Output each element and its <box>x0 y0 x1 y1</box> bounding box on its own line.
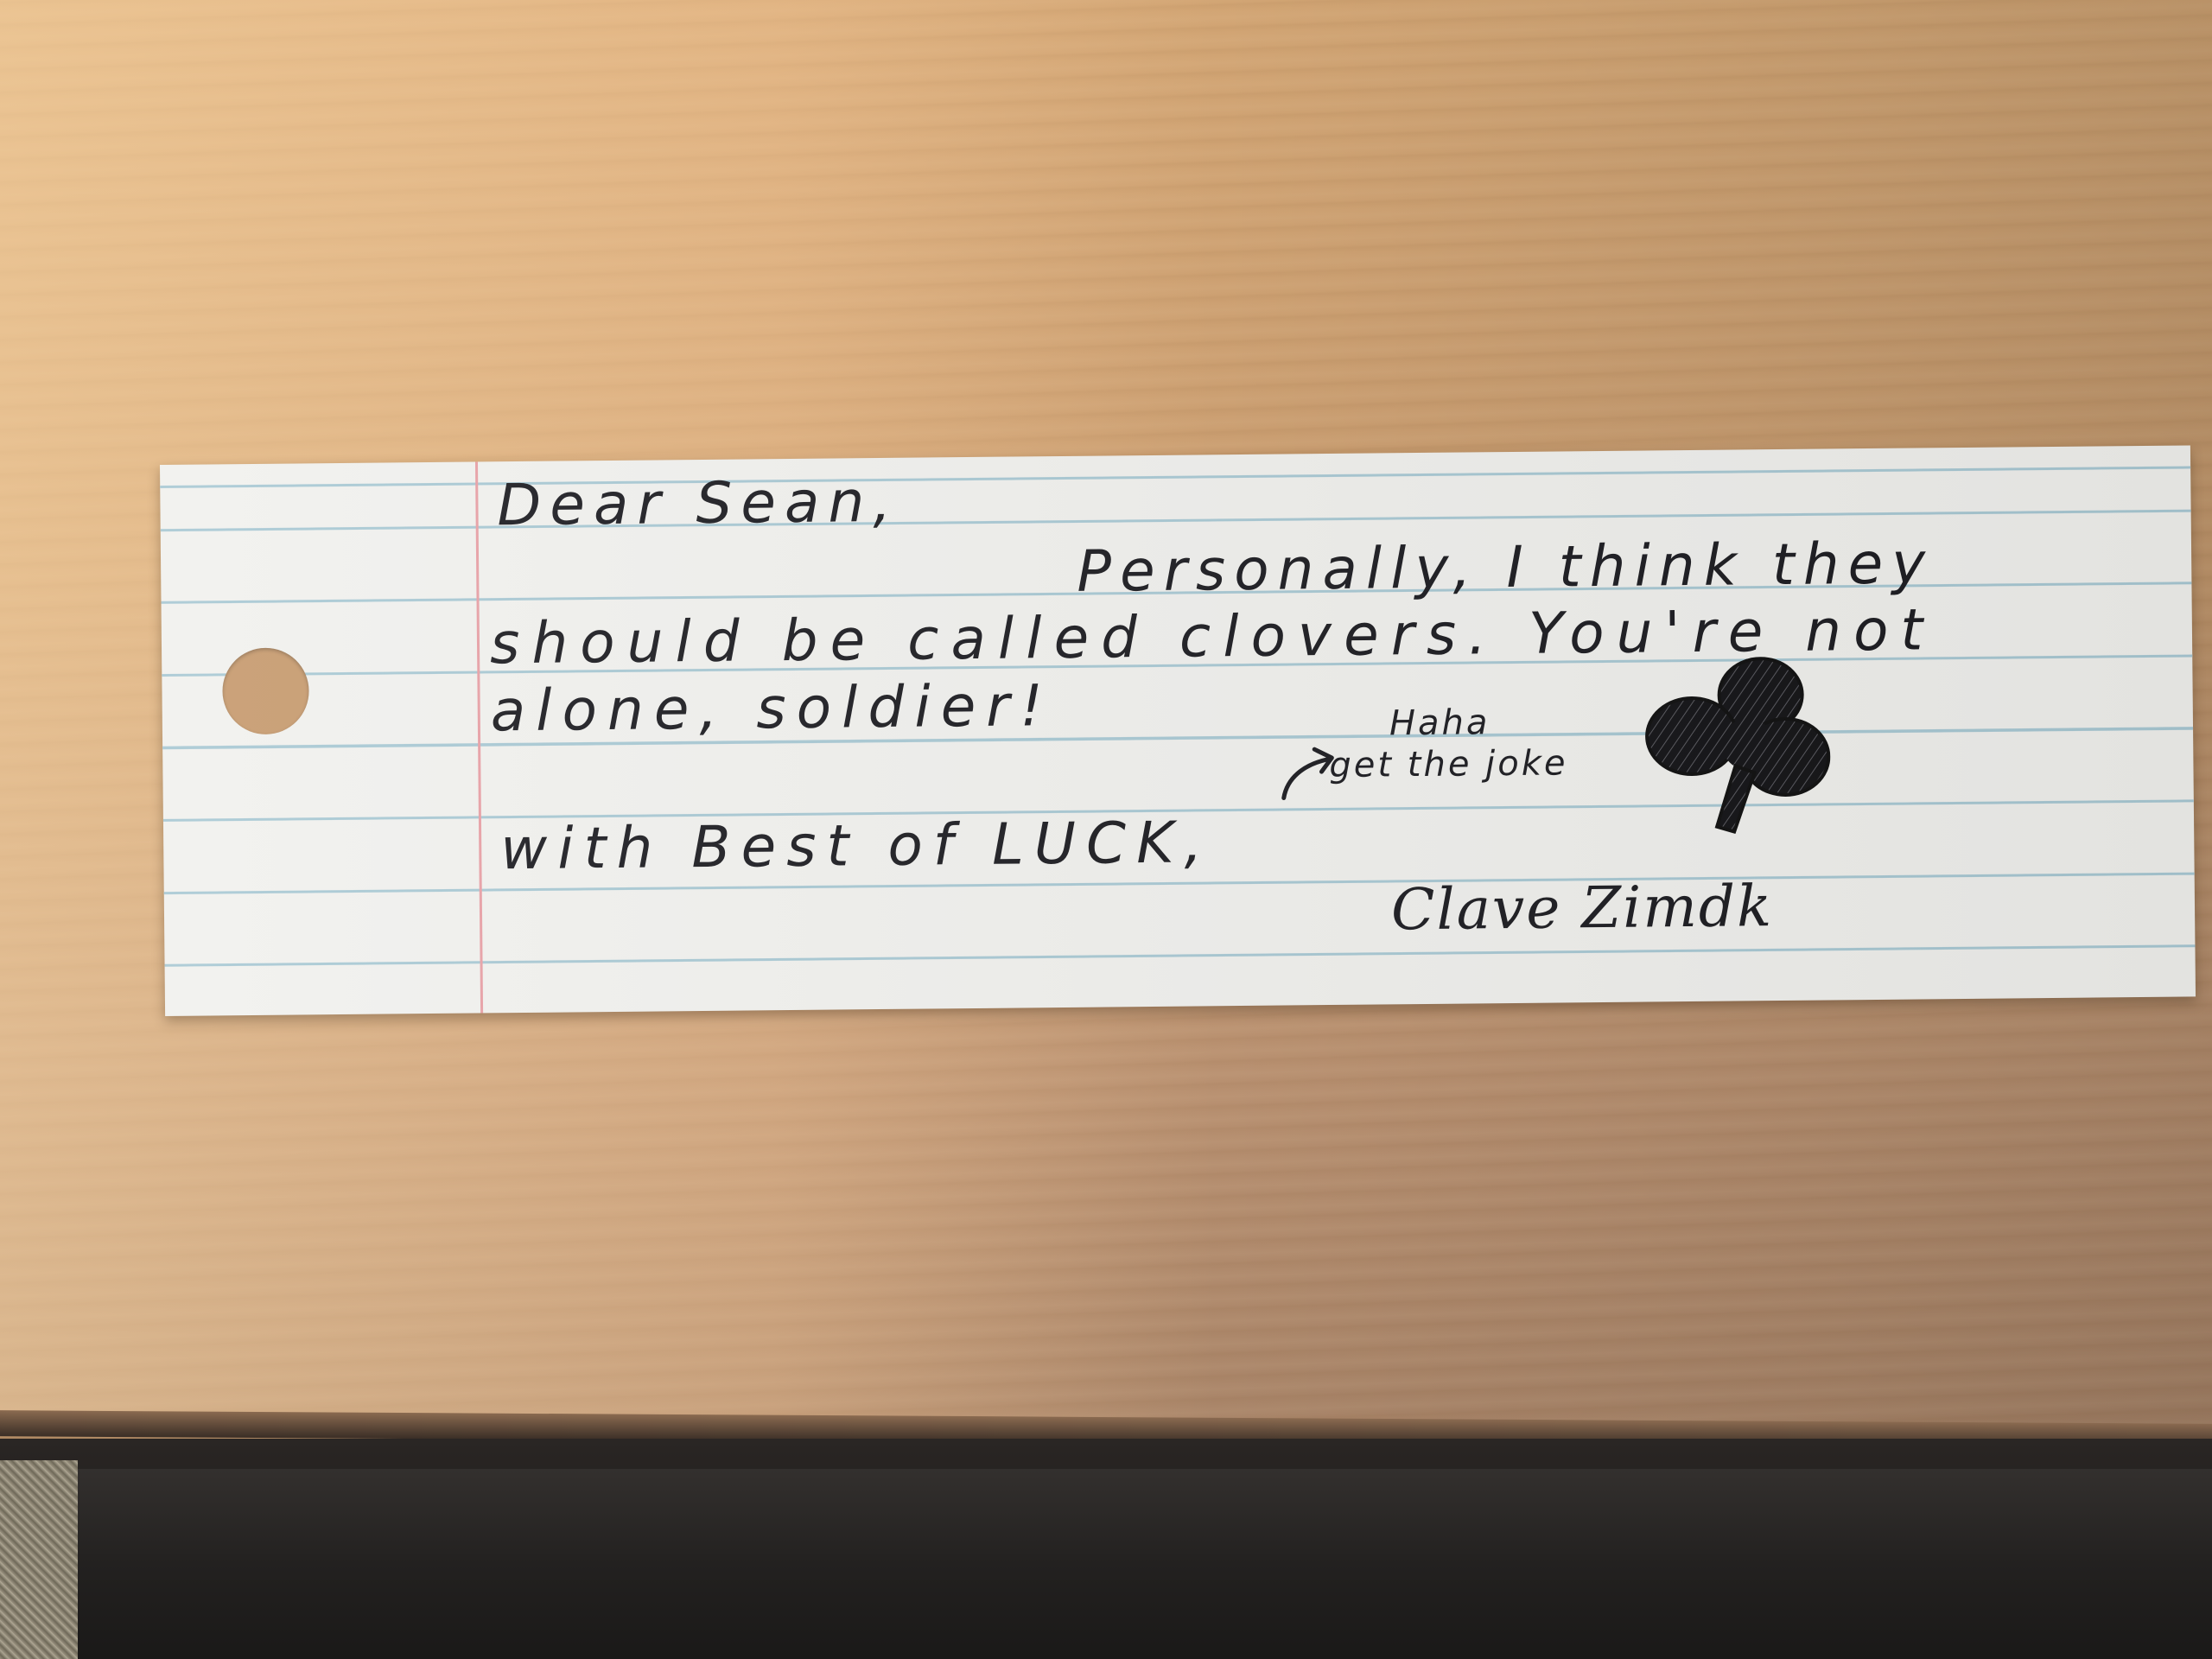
note-closing: with Best of LUCK, <box>499 809 1213 883</box>
note-greeting: Dear Sean, <box>497 467 900 539</box>
index-card-note: Dear Sean, Personally, I think they shou… <box>160 445 2196 1016</box>
note-signature: Clave Zimdk <box>1390 873 1774 944</box>
carpet-patch <box>0 1460 78 1659</box>
note-line-3: alone, soldier! <box>490 672 1054 745</box>
dark-object <box>78 1469 2212 1659</box>
club-icon <box>1645 657 1831 834</box>
note-aside-joke: get the joke <box>1329 743 1568 786</box>
margin-line <box>474 461 484 1014</box>
note-aside-haha: Haha <box>1389 702 1491 744</box>
punch-hole <box>222 647 309 735</box>
note-line-1: Personally, I think they <box>1076 530 1935 605</box>
